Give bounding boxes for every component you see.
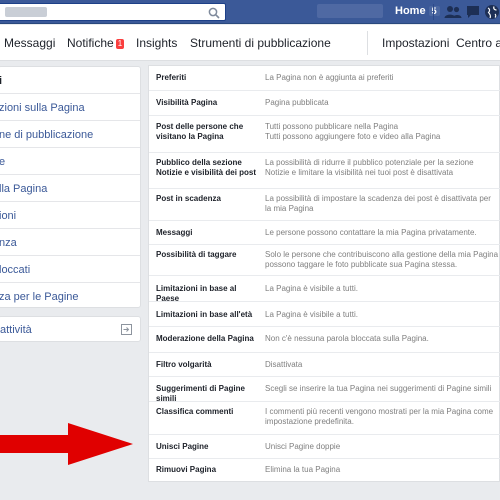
setting-value: La Pagina è visibile a tutti.	[265, 284, 358, 293]
setting-value: Disattivata	[265, 360, 303, 369]
sidebar-item-assistenza[interactable]: za per le Pagine	[0, 283, 140, 310]
setting-label: Moderazione della Pagina	[156, 334, 254, 343]
activity-log-link[interactable]: attività	[0, 316, 141, 342]
settings-row[interactable]: Limitazioni in base all'età La Pagina è …	[149, 302, 500, 327]
setting-value: La possibilità di impostare la scadenza …	[265, 194, 491, 213]
setting-label: Post in scadenza	[156, 194, 221, 203]
top-bar: Home 5	[0, 0, 500, 24]
setting-label: Filtro volgarità	[156, 360, 212, 369]
settings-row[interactable]: Messaggi Le persone possono contattare l…	[149, 221, 500, 245]
setting-value: Unisci Pagine doppie	[265, 442, 341, 451]
settings-row[interactable]: Preferiti La Pagina non è aggiunta ai pr…	[149, 66, 500, 91]
settings-row[interactable]: Suggerimenti di Pagine simili Scegli se …	[149, 377, 500, 403]
setting-value: Tutti possono pubblicare nella Pagina Tu…	[265, 122, 441, 141]
home-count-badge: 5	[428, 6, 440, 16]
nav-divider	[367, 31, 368, 55]
setting-label: Rimuovi Pagina	[156, 465, 217, 474]
setting-value: Scegli se inserire la tua Pagina nei sug…	[265, 384, 492, 393]
setting-label: Unisci Pagine	[156, 442, 209, 451]
setting-value: La possibilità di ridurre il pubblico po…	[265, 158, 474, 177]
messages-icon[interactable]	[466, 5, 480, 19]
activity-log-label: attività	[0, 324, 32, 336]
setting-label: Post delle persone che visitano la Pagin…	[156, 122, 244, 141]
setting-label: Limitazioni in base all'età	[156, 310, 253, 319]
setting-value: Pagina pubblicata	[265, 98, 329, 107]
tab-notifiche[interactable]: Notifiche 1	[67, 36, 125, 50]
setting-value: Le persone possono contattare la mia Pag…	[265, 228, 477, 237]
setting-value: La Pagina non è aggiunta ai preferiti	[265, 73, 394, 82]
setting-value: La Pagina è visibile a tutti.	[265, 310, 358, 319]
settings-row[interactable]: Pubblico della sezione Notizie e visibil…	[149, 153, 500, 189]
sidebar-item-notifiche[interactable]: e	[0, 148, 140, 175]
red-arrow-icon	[0, 423, 133, 465]
setting-label: Suggerimenti di Pagine simili	[156, 384, 245, 403]
tab-insights[interactable]: Insights	[136, 36, 177, 50]
tab-strumenti-pubblicazione[interactable]: Strumenti di pubblicazione	[190, 36, 331, 50]
settings-row[interactable]: Post in scadenza La possibilità di impos…	[149, 189, 500, 221]
search-input[interactable]	[0, 3, 226, 21]
settings-row[interactable]: Possibilità di taggare Solo le persone c…	[149, 245, 500, 276]
sidebar-item-informazioni[interactable]: zioni sulla Pagina	[0, 94, 140, 121]
setting-label: Possibilità di taggare	[156, 250, 237, 259]
settings-row[interactable]: Moderazione della Pagina Non c'è nessuna…	[149, 327, 500, 353]
settings-row[interactable]: Post delle persone che visitano la Pagin…	[149, 116, 500, 153]
general-settings-table: Preferiti La Pagina non è aggiunta ai pr…	[148, 65, 500, 482]
settings-row[interactable]: Filtro volgarità Disattivata	[149, 353, 500, 377]
setting-label: Classifica commenti	[156, 407, 234, 416]
search-blurred-text	[5, 7, 47, 17]
friends-icon[interactable]	[444, 5, 462, 19]
profile-name-blurred[interactable]	[317, 4, 383, 18]
notification-count-badge: 1	[115, 39, 125, 49]
setting-label: Visibilità Pagina	[156, 98, 218, 107]
sidebar-item-generali[interactable]: i	[0, 67, 140, 94]
topbar-divider	[433, 4, 434, 20]
sidebar-item-bloccati[interactable]: loccati	[0, 256, 140, 283]
sidebar-item-ruoli[interactable]: lla Pagina	[0, 175, 140, 202]
sidebar-item-pubblicazione[interactable]: ne di pubblicazione	[0, 121, 140, 148]
setting-value: Non c'è nessuna parola bloccata sulla Pa…	[265, 334, 429, 343]
setting-label: Pubblico della sezione Notizie e visibil…	[156, 158, 257, 177]
home-label: Home	[395, 5, 426, 17]
setting-value: Elimina la tua Pagina	[265, 465, 341, 474]
setting-label: Messaggi	[156, 228, 193, 237]
tab-messaggi[interactable]: Messaggi	[4, 36, 55, 50]
settings-row[interactable]: Unisci Pagine Unisci Pagine doppie	[149, 435, 500, 459]
page-nav-bar: Messaggi Notifiche 1 Insights Strumenti d…	[0, 25, 500, 61]
settings-row[interactable]: Limitazioni in base al Paese La Pagina è…	[149, 276, 500, 303]
settings-row[interactable]: Classifica commenti I commenti più recen…	[149, 402, 500, 435]
search-icon[interactable]	[207, 6, 221, 20]
setting-value: Solo le persone che contribuiscono alla …	[265, 250, 499, 269]
setting-label: Preferiti	[156, 73, 187, 82]
sidebar-item-preferenze[interactable]: nza	[0, 229, 140, 256]
settings-sidebar: i zioni sulla Pagina ne di pubblicazione…	[0, 66, 141, 308]
sidebar-item-applicazioni[interactable]: ioni	[0, 202, 140, 229]
tab-impostazioni[interactable]: Impostazioni	[382, 36, 449, 50]
exit-icon	[121, 324, 132, 335]
setting-label: Limitazioni in base al Paese	[156, 284, 237, 303]
globe-icon[interactable]	[484, 4, 500, 20]
setting-value: I commenti più recenti vengono mostrati …	[265, 407, 494, 426]
settings-row[interactable]: Rimuovi Pagina Elimina la tua Pagina	[149, 459, 500, 483]
settings-row[interactable]: Visibilità Pagina Pagina pubblicata	[149, 91, 500, 116]
tab-centro-assistenza[interactable]: Centro ass	[456, 36, 500, 50]
tab-notifiche-label: Notifiche	[67, 36, 114, 50]
